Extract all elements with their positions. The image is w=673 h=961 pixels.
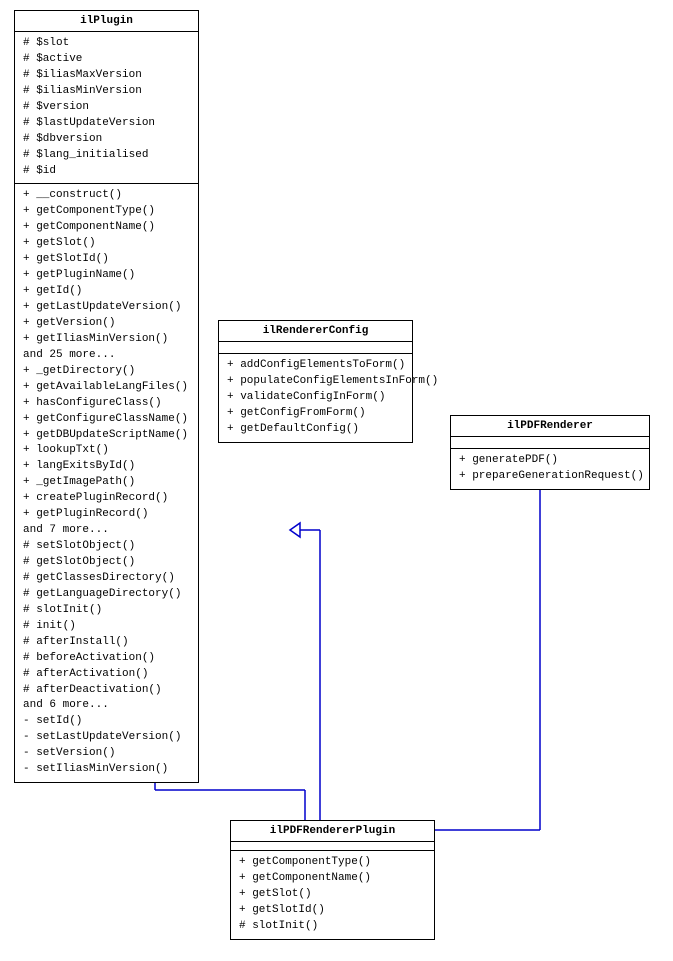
ilPlugin-box: ilPlugin # $slot # $active # $iliasMaxVe… (14, 10, 199, 783)
ilPDFRenderer-methods: + generatePDF() + prepareGenerationReque… (451, 449, 649, 489)
ilPDFRendererPlugin-empty-section (231, 842, 434, 851)
ilPlugin-attributes: # $slot # $active # $iliasMaxVersion # $… (15, 32, 198, 184)
ilPDFRendererPlugin-title: ilPDFRendererPlugin (231, 821, 434, 842)
ilRendererConfig-title: ilRendererConfig (219, 321, 412, 342)
diagram-container: ilPlugin # $slot # $active # $iliasMaxVe… (0, 0, 673, 961)
ilRendererConfig-box: ilRendererConfig + addConfigElementsToFo… (218, 320, 413, 443)
ilPDFRenderer-title: ilPDFRenderer (451, 416, 649, 437)
ilPlugin-methods: + __construct() + getComponentType() + g… (15, 184, 198, 782)
ilRendererConfig-methods: + addConfigElementsToForm() + populateCo… (219, 354, 412, 442)
ilPDFRendererPlugin-box: ilPDFRendererPlugin + getComponentType()… (230, 820, 435, 940)
ilPlugin-title: ilPlugin (15, 11, 198, 32)
ilPDFRenderer-empty-section (451, 437, 649, 449)
ilRendererConfig-empty-section (219, 342, 412, 354)
ilPDFRendererPlugin-methods: + getComponentType() + getComponentName(… (231, 851, 434, 939)
ilPDFRenderer-box: ilPDFRenderer + generatePDF() + prepareG… (450, 415, 650, 490)
